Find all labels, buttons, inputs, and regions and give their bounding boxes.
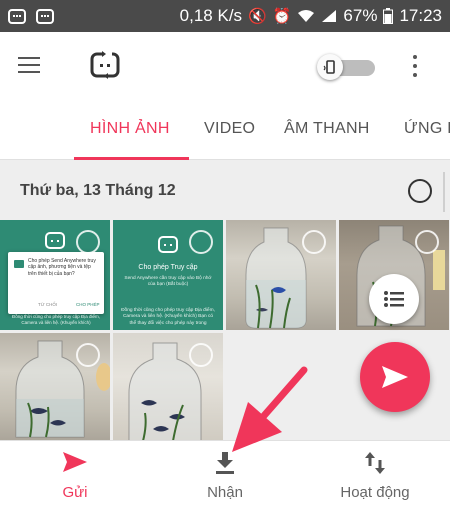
- app-logo-icon: [158, 236, 178, 253]
- scroll-indicator: [443, 172, 450, 212]
- status-right: 0,18 K/s 🔇 ⏰ 67% 17:23: [180, 6, 442, 26]
- select-circle[interactable]: [189, 230, 213, 254]
- select-all-checkbox[interactable]: [408, 179, 432, 203]
- nav-send-label: Gửi: [62, 484, 88, 501]
- app-bar: [0, 32, 450, 102]
- date-header: Thứ ba, 13 Tháng 12: [0, 160, 450, 220]
- bottom-nav: Gửi Nhận Hoạt động: [0, 440, 450, 510]
- dialog-deny: TỪ CHỐI: [38, 302, 58, 307]
- battery-icon: [383, 8, 394, 24]
- folder-icon: [14, 260, 24, 268]
- thumbnail-caption: Đồng thời cũng cho phép truy cập Địa điể…: [11, 314, 100, 325]
- tab-video[interactable]: VIDEO: [204, 120, 255, 138]
- signal-icon: [322, 10, 337, 22]
- media-tabs: HÌNH ẢNH VIDEO ÂM THANH ỨNG D: [0, 102, 450, 160]
- select-circle[interactable]: [76, 230, 100, 254]
- notification-icon: [36, 8, 54, 24]
- nav-send[interactable]: Gửi: [0, 441, 150, 510]
- thumbnail[interactable]: [113, 333, 223, 443]
- tab-audio[interactable]: ÂM THANH: [284, 120, 370, 138]
- nav-activity-label: Hoạt động: [340, 484, 410, 501]
- clock: 17:23: [399, 6, 442, 25]
- notification-icon: [8, 8, 26, 24]
- thumbnail[interactable]: Cho phép Truy cập Send Anywhere cần truy…: [113, 220, 223, 330]
- device-toggle[interactable]: [317, 54, 375, 80]
- network-speed: 0,18 K/s: [179, 6, 243, 25]
- tab-apps[interactable]: ỨNG D: [404, 120, 450, 138]
- thumbnail[interactable]: [226, 220, 336, 330]
- send-icon: [382, 366, 408, 388]
- permission-title: Cho phép Truy cập: [138, 264, 198, 271]
- select-circle[interactable]: [76, 343, 100, 367]
- list-icon: [384, 291, 404, 307]
- permission-body-2: Đồng thời cũng cho phép truy cập Địa điể…: [121, 308, 215, 326]
- nav-activity[interactable]: Hoạt động: [300, 441, 450, 510]
- dialog-allow: CHO PHÉP: [76, 302, 100, 307]
- select-circle[interactable]: [415, 230, 439, 254]
- wifi-icon: [298, 10, 315, 22]
- permission-dialog: Cho phép Send Anywhere truy cập ảnh, phư…: [8, 252, 104, 314]
- alarm-icon: ⏰: [272, 8, 292, 25]
- download-icon: [216, 452, 234, 474]
- device-toggle-icon: [317, 54, 343, 80]
- select-circle[interactable]: [302, 230, 326, 254]
- battery-percent: 67%: [343, 6, 378, 25]
- thumbnail[interactable]: [0, 333, 110, 443]
- dialog-text: Cho phép Send Anywhere truy cập ảnh, phư…: [28, 258, 96, 277]
- send-fab[interactable]: [360, 342, 430, 412]
- app-logo-icon: [90, 51, 120, 79]
- more-vert-icon[interactable]: [410, 52, 420, 80]
- mute-icon: 🔇: [248, 8, 267, 25]
- screen: 0,18 K/s 🔇 ⏰ 67% 17:23 HÌNH ẢNH VIDEO ÂM…: [0, 0, 450, 510]
- permission-body: Send Anywhere cần truy cập vào Bộ nhớ củ…: [124, 276, 212, 288]
- status-bar: 0,18 K/s 🔇 ⏰ 67% 17:23: [0, 0, 450, 32]
- nav-receive-label: Nhận: [207, 484, 243, 501]
- date-label: Thứ ba, 13 Tháng 12: [20, 182, 176, 199]
- send-icon: [63, 452, 87, 472]
- nav-receive[interactable]: Nhận: [150, 441, 300, 510]
- thumbnail[interactable]: Cho phép Send Anywhere truy cập ảnh, phư…: [0, 220, 110, 330]
- tab-images[interactable]: HÌNH ẢNH: [90, 120, 170, 138]
- select-circle[interactable]: [189, 343, 213, 367]
- app-logo-icon: [45, 232, 65, 249]
- menu-icon[interactable]: [18, 57, 40, 75]
- list-button[interactable]: [369, 274, 419, 324]
- swap-vert-icon: [365, 452, 385, 474]
